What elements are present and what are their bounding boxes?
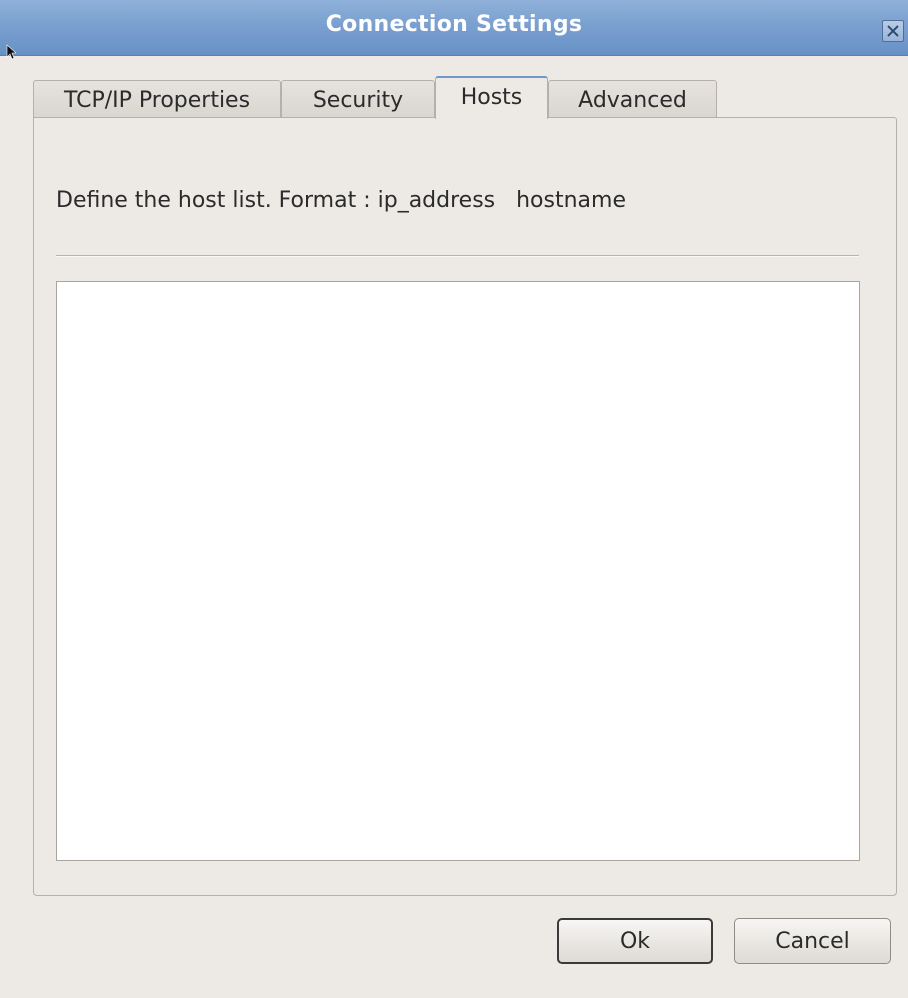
window-title: Connection Settings	[325, 12, 583, 37]
tab-security[interactable]: Security	[281, 80, 435, 121]
connection-settings-dialog: Connection Settings TCP/IP Properties Se…	[0, 0, 908, 998]
host-list-description: Define the host list. Format : ip_addres…	[56, 188, 626, 213]
close-button[interactable]	[882, 20, 904, 42]
close-icon	[887, 25, 899, 37]
mouse-cursor-icon	[6, 44, 16, 60]
host-list-textarea[interactable]	[56, 281, 860, 861]
tab-advanced[interactable]: Advanced	[548, 80, 717, 121]
hosts-tab-panel: Define the host list. Format : ip_addres…	[33, 117, 897, 896]
separator	[56, 255, 859, 257]
title-bar[interactable]: Connection Settings	[0, 0, 908, 56]
tab-hosts[interactable]: Hosts	[435, 76, 548, 119]
cancel-button[interactable]: Cancel	[734, 918, 891, 964]
ok-button[interactable]: Ok	[557, 918, 713, 964]
tab-tcpip-properties[interactable]: TCP/IP Properties	[33, 80, 281, 121]
